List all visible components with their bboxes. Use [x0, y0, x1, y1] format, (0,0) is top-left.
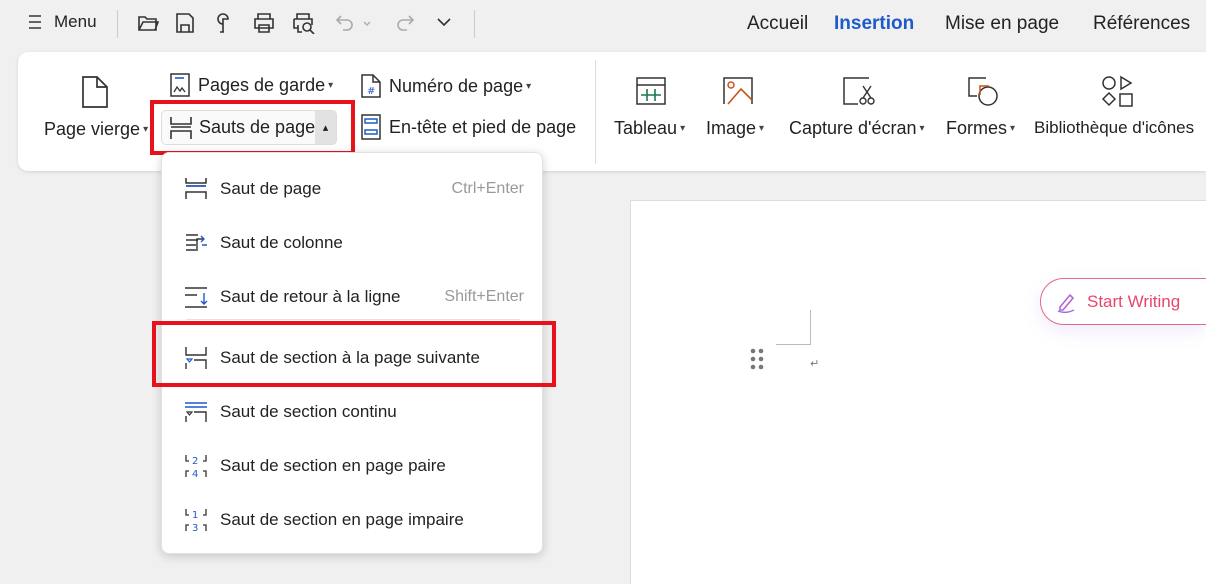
- print-preview-icon[interactable]: [292, 12, 316, 34]
- chevron-down-icon: ▾: [680, 123, 686, 134]
- table-icon: [636, 77, 685, 105]
- svg-text:1: 1: [192, 510, 198, 521]
- menu-item-saut-section-page-paire[interactable]: 24 Saut de section en page paire: [162, 444, 542, 488]
- menu-item-saut-de-page[interactable]: Saut de page Ctrl+Enter: [162, 167, 542, 211]
- chevron-down-icon[interactable]: [436, 17, 452, 27]
- margin-corner-mark: [776, 310, 811, 345]
- section-even-page-icon: 24: [184, 453, 208, 479]
- svg-text:3: 3: [192, 523, 198, 533]
- chevron-down-icon: ▾: [759, 123, 765, 134]
- divider: [595, 60, 596, 164]
- paragraph-mark: ↵: [810, 358, 820, 370]
- menu-item-saut-section-page-impaire[interactable]: 13 Saut de section en page impaire: [162, 498, 542, 542]
- undo-icon[interactable]: [335, 14, 375, 32]
- pages-de-garde-button[interactable]: Pages de garde ▾: [170, 73, 333, 97]
- chevron-down-icon: ▾: [1010, 123, 1016, 134]
- menu-item-saut-de-retour-a-la-ligne[interactable]: Saut de retour à la ligne Shift+Enter: [162, 275, 542, 319]
- open-folder-icon[interactable]: [137, 13, 159, 33]
- cover-page-icon: [170, 73, 190, 97]
- header-footer-icon: [360, 114, 382, 140]
- pen-icon: [1055, 291, 1077, 313]
- tab-accueil[interactable]: Accueil: [747, 13, 808, 35]
- svg-text:2: 2: [192, 456, 198, 467]
- page-break-icon: [184, 177, 208, 201]
- start-writing-button[interactable]: Start Writing: [1040, 278, 1206, 325]
- divider: [474, 10, 475, 38]
- menu-item-saut-de-colonne[interactable]: Saut de colonne: [162, 221, 542, 265]
- tab-mise-en-page[interactable]: Mise en page: [945, 13, 1059, 35]
- svg-text:4: 4: [192, 469, 198, 479]
- shapes-icon: [968, 77, 1015, 107]
- chevron-down-icon: ▾: [328, 79, 334, 91]
- save-icon[interactable]: [175, 12, 195, 34]
- menu-button[interactable]: Menu: [28, 12, 97, 32]
- chevron-down-icon: ▾: [526, 80, 532, 92]
- format-painter-icon[interactable]: [215, 12, 235, 34]
- chevron-down-icon: ▾: [919, 123, 925, 134]
- bibliotheque-icones-button[interactable]: Bibliothèque d'icônes: [1034, 75, 1202, 138]
- tableau-button[interactable]: Tableau ▾: [614, 77, 685, 139]
- screenshot-icon: [843, 77, 925, 105]
- drag-handle-icon[interactable]: [750, 348, 764, 370]
- page-number-icon: #: [360, 73, 382, 99]
- tab-insertion[interactable]: Insertion: [834, 13, 914, 35]
- formes-button[interactable]: Formes ▾: [946, 77, 1015, 139]
- redo-icon[interactable]: [395, 14, 415, 32]
- capture-ecran-button[interactable]: Capture d'écran ▾: [789, 77, 925, 139]
- chevron-down-icon: ▾: [143, 124, 149, 135]
- column-break-icon: [184, 231, 208, 255]
- numero-de-page-button[interactable]: # Numéro de page ▾: [360, 73, 531, 99]
- section-continuous-icon: [184, 400, 208, 424]
- line-break-icon: [184, 285, 208, 309]
- highlight-box: [150, 100, 355, 155]
- menu-item-saut-section-continu[interactable]: Saut de section continu: [162, 390, 542, 434]
- image-button[interactable]: Image ▾: [706, 77, 764, 139]
- print-icon[interactable]: [253, 12, 275, 34]
- divider: [117, 10, 118, 38]
- hamburger-icon: [28, 14, 42, 30]
- document-page[interactable]: [630, 200, 1206, 584]
- svg-text:#: #: [367, 86, 375, 97]
- section-odd-page-icon: 13: [184, 507, 208, 533]
- menu-separator: [186, 319, 520, 320]
- image-icon: [723, 77, 764, 105]
- icons-library-icon: [1101, 75, 1202, 109]
- page-vierge-button[interactable]: Page vierge ▾: [44, 75, 154, 140]
- tab-references[interactable]: Références: [1093, 13, 1190, 35]
- blank-page-icon: [80, 75, 154, 109]
- highlight-box: [152, 321, 556, 387]
- entete-pied-button[interactable]: En-tête et pied de page: [360, 114, 576, 140]
